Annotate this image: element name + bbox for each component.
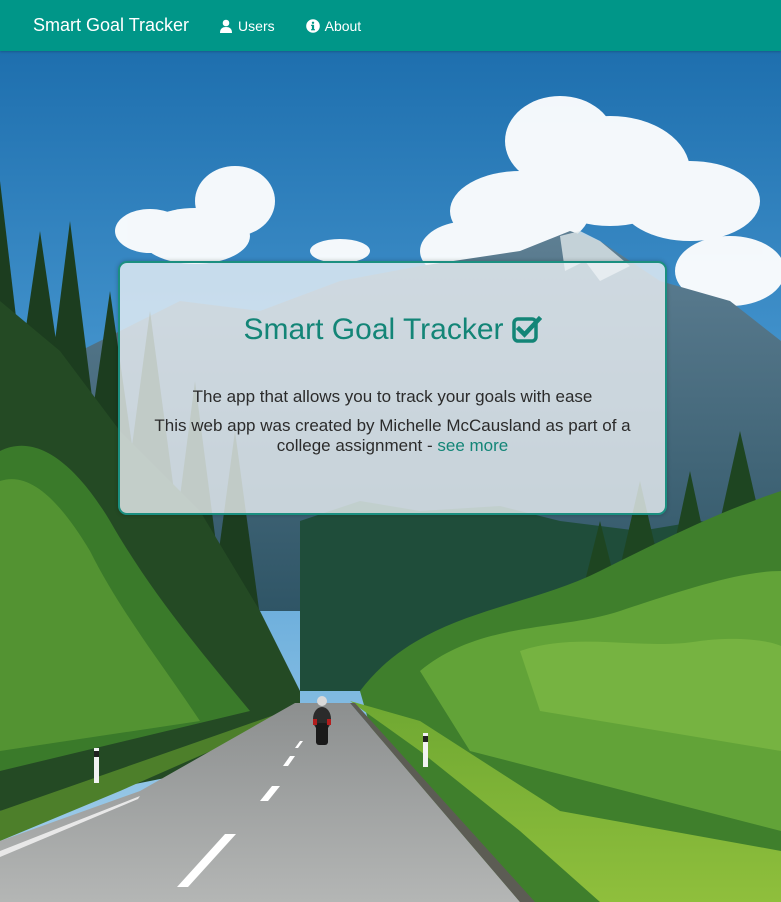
nav-item-about[interactable]: About bbox=[305, 17, 362, 34]
hero-credit: This web app was created by Michelle McC… bbox=[140, 416, 645, 456]
hero-card: Smart Goal Tracker The app that allows y… bbox=[118, 261, 667, 515]
info-icon bbox=[305, 18, 320, 33]
nav-item-users-label: Users bbox=[238, 17, 275, 34]
check-square-icon bbox=[511, 315, 542, 343]
nav-item-users[interactable]: Users bbox=[219, 18, 275, 34]
hero-tagline: The app that allows you to track your go… bbox=[192, 387, 593, 406]
brand-link[interactable]: Smart Goal Tracker bbox=[33, 15, 189, 36]
hero-credit-text: This web app was created by Michelle McC… bbox=[154, 416, 631, 455]
top-navbar: Smart Goal Tracker Users About bbox=[0, 0, 781, 51]
hero-title: Smart Goal Tracker bbox=[120, 313, 665, 347]
page: Smart Goal Tracker Users About Smart Goa… bbox=[0, 0, 781, 902]
nav-item-about-label: About bbox=[324, 17, 362, 34]
hero-title-text: Smart Goal Tracker bbox=[243, 313, 504, 346]
see-more-link[interactable]: see more bbox=[437, 436, 508, 455]
user-icon bbox=[220, 19, 233, 33]
